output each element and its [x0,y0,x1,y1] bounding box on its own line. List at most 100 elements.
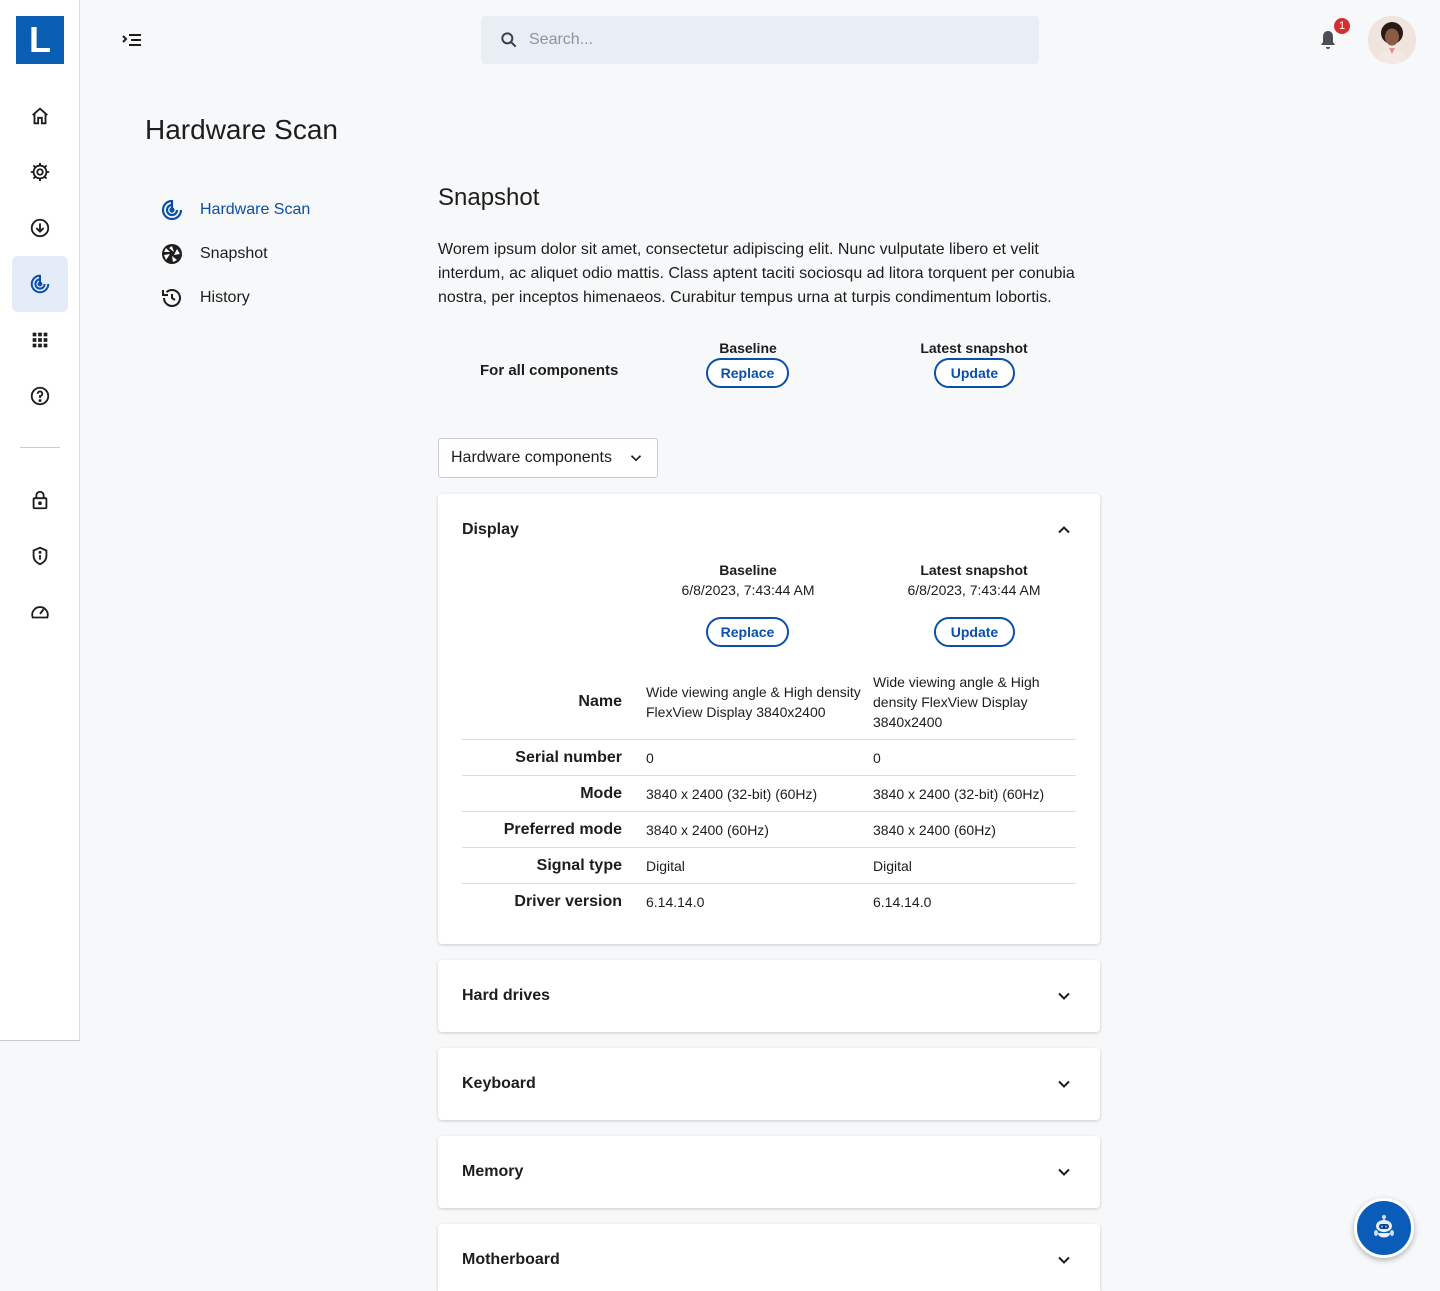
baseline-value: 0 [646,749,654,766]
chevron-up-icon[interactable] [1054,520,1074,540]
search-bar[interactable] [481,16,1039,64]
latest-value: 6.14.14.0 [873,894,932,910]
hardware-scan-icon [30,274,50,294]
latest-value: Digital [873,857,912,874]
table-row: Preferred mode 3840 x 2400 (60Hz) 3840 x… [462,812,1076,848]
subnav-label: History [200,289,250,306]
aperture-icon [162,244,182,264]
download-icon [30,218,50,238]
card-title: Keyboard [462,1075,536,1092]
rail-divider [20,447,60,448]
replace-display-button[interactable]: Replace [706,617,789,647]
baseline-value: Digital [646,857,685,874]
page-title: Hardware Scan [145,114,338,145]
notification-badge: 1 [1334,18,1350,34]
baseline-header: Baseline [719,562,777,578]
card-title: Hard drives [462,987,551,1004]
property-name: Mode [580,784,622,802]
rail-item-help[interactable] [12,368,68,424]
brand-logo[interactable]: L [16,16,64,64]
replace-all-button[interactable]: Replace [706,358,789,388]
section-description: Worem ipsum dolor sit amet, consectetur … [438,241,1075,306]
motherboard-card[interactable]: Motherboard [438,1224,1100,1291]
apps-grid-icon [32,332,48,348]
hardware-scan-icon [161,199,183,221]
gear-icon [30,162,50,182]
user-avatar-image [1368,16,1416,64]
user-avatar[interactable] [1368,16,1416,64]
memory-card[interactable]: Memory [438,1136,1100,1208]
home-icon [32,107,48,125]
dropdown-value: Hardware components [451,449,612,466]
rail-item-settings[interactable] [12,144,68,200]
rail-item-apps[interactable] [12,312,68,368]
all-components-label: For all components [480,362,619,379]
subnav-label: Hardware Scan [200,201,311,218]
robot-assistant-icon [1374,1215,1394,1238]
rail-item-performance[interactable] [12,584,68,640]
display-latest-column: Latest snapshot 6/8/2023, 7:43:44 AM [874,562,1074,598]
chevron-down-icon[interactable] [1054,1074,1074,1094]
card-title: Motherboard [462,1251,560,1268]
rail-item-hardware-scan[interactable] [12,256,68,312]
property-name: Name [578,692,622,710]
component-filter-dropdown[interactable]: Hardware components [438,438,658,478]
display-card: Display Baseline 6/8/2023, 7:43:44 AM La… [438,494,1100,944]
rail-item-lock[interactable] [12,472,68,528]
rail-item-security[interactable] [12,528,68,584]
table-row: Mode 3840 x 2400 (32-bit) (60Hz) 3840 x … [462,776,1076,812]
table-row: Serial number 0 0 [462,740,1076,776]
baseline-header: Baseline [719,340,777,356]
baseline-value: 3840 x 2400 (32-bit) (60Hz) [646,785,818,802]
update-all-button[interactable]: Update [934,358,1015,388]
baseline-value: Wide viewing angle & High density FlexVi… [646,683,861,720]
display-properties-table: Name Wide viewing angle & High density F… [462,664,1076,920]
lock-icon [32,490,48,510]
subnav-item-snapshot[interactable]: Snapshot [160,232,310,276]
display-baseline-column: Baseline 6/8/2023, 7:43:44 AM [648,562,848,598]
hard-drives-card[interactable]: Hard drives [438,960,1100,1032]
sub-navigation: Hardware Scan Snapshot History [160,188,310,320]
help-icon [30,386,50,406]
section-title: Snapshot [438,184,540,211]
update-display-button[interactable]: Update [934,617,1015,647]
latest-value: 3840 x 2400 (60Hz) [873,821,996,838]
rail-item-home[interactable] [12,88,68,144]
property-name: Preferred mode [503,820,622,838]
side-rail: L [0,0,80,1041]
all-components-row: For all components Baseline Latest snaps… [438,340,1100,430]
latest-value: Wide viewing angle & High density FlexVi… [873,673,1040,730]
latest-snapshot-header: Latest snapshot [920,562,1028,578]
subnav-label: Snapshot [200,245,268,262]
table-row: Signal type Digital Digital [462,848,1076,884]
rail-item-updates[interactable] [12,200,68,256]
subnav-item-hardware-scan[interactable]: Hardware Scan [160,188,310,232]
snapshot-content: Snapshot Worem ipsum dolor sit amet, con… [438,184,1100,1291]
table-row: Driver version 6.14.14.0 6.14.14.0 [462,884,1076,920]
property-name: Serial number [515,748,622,766]
property-name: Signal type [536,856,622,874]
latest-snapshot-header: Latest snapshot [920,340,1028,356]
history-icon [162,289,181,307]
display-card-title[interactable]: Display [462,494,519,566]
search-input[interactable] [529,31,1009,49]
latest-snapshot-date: 6/8/2023, 7:43:44 AM [907,582,1041,598]
chevron-down-icon[interactable] [1054,986,1074,1006]
speedometer-icon [31,606,49,619]
card-title: Memory [462,1163,524,1180]
latest-value: 0 [873,749,881,766]
baseline-date: 6/8/2023, 7:43:44 AM [681,582,815,598]
menu-toggle-icon[interactable] [120,28,144,52]
keyboard-card[interactable]: Keyboard [438,1048,1100,1120]
baseline-value: 3840 x 2400 (60Hz) [646,821,769,838]
chevron-down-icon[interactable] [1054,1162,1074,1182]
property-name: Driver version [514,893,622,910]
table-row: Name Wide viewing angle & High density F… [462,664,1076,740]
assistant-button[interactable] [1354,1198,1414,1258]
chevron-down-icon[interactable] [1054,1250,1074,1270]
search-icon [501,32,517,48]
baseline-value: 6.14.14.0 [646,894,705,910]
subnav-item-history[interactable]: History [160,276,310,320]
latest-value: 3840 x 2400 (32-bit) (60Hz) [873,785,1045,802]
shield-icon [32,546,48,566]
